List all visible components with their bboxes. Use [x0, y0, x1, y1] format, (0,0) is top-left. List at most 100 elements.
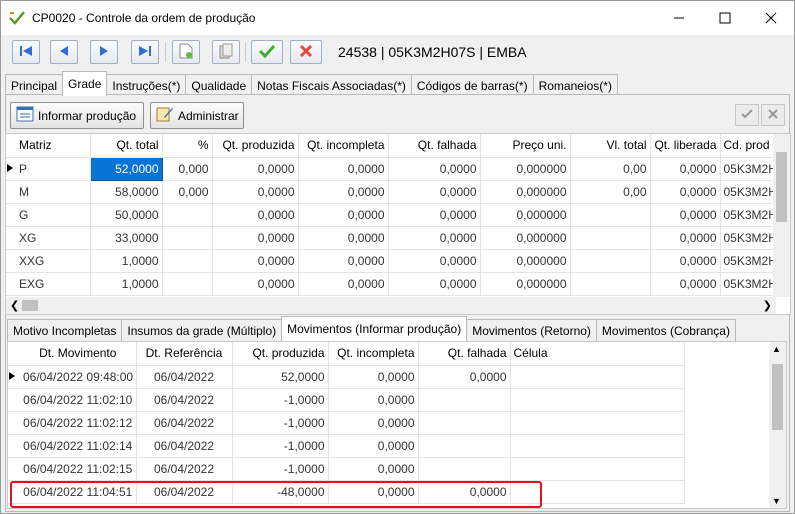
cell-matriz[interactable]: M — [16, 180, 91, 204]
cell-qt-incompleta[interactable]: 0,0000 — [328, 388, 419, 412]
col-mov-qt-falhada[interactable]: Qt. falhada — [418, 342, 511, 366]
col-qt-incompleta[interactable]: Qt. incompleta — [298, 134, 389, 158]
scroll-left-icon[interactable]: ❮ — [10, 299, 19, 312]
grade-hscroll-thumb[interactable] — [22, 300, 38, 311]
cell-qt-incompleta[interactable]: 0,0000 — [298, 249, 389, 273]
cell-matriz[interactable]: XG — [16, 226, 91, 250]
col-cd-prod[interactable]: Cd. prod — [720, 134, 777, 158]
informar-producao-button[interactable]: Informar produção — [10, 102, 144, 129]
cell-qt-liberada[interactable]: 0,0000 — [650, 272, 721, 296]
cell-vl-total[interactable] — [570, 249, 651, 273]
cell-dt-referencia[interactable]: 06/04/2022 — [136, 411, 233, 435]
col-mov-qt-incompleta[interactable]: Qt. incompleta — [328, 342, 419, 366]
movimento-row[interactable]: 06/04/2022 11:02:14 06/04/2022 -1,0000 0,00… — [8, 434, 685, 458]
tab-movimentos-retorno[interactable]: Movimentos (Retorno) — [466, 319, 597, 341]
cell-qt-incompleta[interactable]: 0,0000 — [298, 272, 389, 296]
cell-qt-incompleta[interactable]: 0,0000 — [298, 226, 389, 250]
cell-vl-total[interactable] — [570, 203, 651, 227]
tab-instrucoes[interactable]: Instruções(*) — [106, 74, 187, 96]
grade-row[interactable]: EXG 1,0000 0,0000 0,0000 0,0000 0,000000 0,000… — [6, 272, 777, 296]
col-qt-liberada[interactable]: Qt. liberada — [650, 134, 721, 158]
next-record-button[interactable] — [90, 40, 118, 64]
cell-dt-referencia[interactable]: 06/04/2022 — [136, 457, 233, 481]
administrar-button[interactable]: Administrar — [150, 102, 244, 129]
confirm-button[interactable] — [251, 40, 283, 64]
cell-qt-total[interactable]: 52,0000 — [89, 156, 163, 181]
cell-qt-incompleta[interactable]: 0,0000 — [328, 434, 419, 458]
col-mov-qt-produzida[interactable]: Qt. produzida — [232, 342, 329, 366]
cell-qt-incompleta[interactable]: 0,0000 — [328, 365, 419, 389]
cell-qt-incompleta[interactable]: 0,0000 — [298, 180, 389, 204]
cell-qt-total[interactable]: 33,0000 — [90, 226, 163, 250]
last-record-button[interactable] — [131, 40, 159, 64]
cell-qt-produzida[interactable]: 52,0000 — [232, 365, 329, 389]
cell-qt-falhada[interactable]: 0,0000 — [388, 157, 481, 181]
cell-matriz[interactable]: G — [16, 203, 91, 227]
cell-qt-falhada[interactable]: 0,0000 — [418, 365, 511, 389]
cell-preco-uni[interactable]: 0,000000 — [480, 203, 571, 227]
cell-qt-liberada[interactable]: 0,0000 — [650, 157, 721, 181]
movimento-row[interactable]: 06/04/2022 11:02:10 06/04/2022 -1,0000 0,00… — [8, 388, 685, 412]
first-record-button[interactable] — [12, 40, 40, 64]
cell-qt-liberada[interactable]: 0,0000 — [650, 226, 721, 250]
cell-percent[interactable]: 0,000 — [162, 180, 213, 204]
tab-codigos-de-barras[interactable]: Códigos de barras(*) — [410, 74, 534, 96]
cell-qt-falhada[interactable]: 0,0000 — [388, 249, 481, 273]
cell-cd-prod[interactable]: 05K3M2H — [720, 272, 777, 296]
cell-cd-prod[interactable]: 05K3M2H — [720, 226, 777, 250]
grid-cancel-button[interactable] — [761, 104, 785, 126]
cell-qt-produzida[interactable]: 0,0000 — [212, 249, 299, 273]
cell-preco-uni[interactable]: 0,000000 — [480, 272, 571, 296]
tab-romaneios[interactable]: Romaneios(*) — [532, 74, 618, 96]
grade-vscroll-thumb[interactable] — [776, 152, 787, 222]
cell-percent[interactable] — [162, 226, 213, 250]
grade-vertical-scrollbar[interactable] — [773, 134, 790, 297]
cell-dt-movimento[interactable]: 06/04/2022 11:02:10 — [20, 388, 137, 412]
scroll-up-icon[interactable]: ▲ — [772, 344, 781, 354]
cell-qt-total[interactable]: 58,0000 — [90, 180, 163, 204]
col-vl-total[interactable]: Vl. total — [570, 134, 651, 158]
cell-celula[interactable] — [510, 457, 685, 481]
cell-qt-produzida[interactable]: -1,0000 — [232, 411, 329, 435]
cell-qt-falhada[interactable]: 0,0000 — [388, 180, 481, 204]
cell-dt-movimento[interactable]: 06/04/2022 11:02:12 — [20, 411, 137, 435]
tab-principal[interactable]: Principal — [5, 74, 64, 96]
cell-matriz[interactable]: XXG — [16, 249, 91, 273]
tab-movimentos-informar-producao[interactable]: Movimentos (Informar produção) — [281, 316, 468, 341]
previous-record-button[interactable] — [50, 40, 78, 64]
cell-vl-total[interactable] — [570, 272, 651, 296]
col-qt-falhada[interactable]: Qt. falhada — [388, 134, 481, 158]
cell-qt-liberada[interactable]: 0,0000 — [650, 180, 721, 204]
cell-cd-prod[interactable]: 05K3M2H — [720, 249, 777, 273]
cell-qt-liberada[interactable]: 0,0000 — [650, 249, 721, 273]
cell-qt-incompleta[interactable]: 0,0000 — [298, 203, 389, 227]
cell-dt-referencia[interactable]: 06/04/2022 — [136, 388, 233, 412]
tab-grade[interactable]: Grade — [62, 71, 108, 96]
cell-qt-produzida[interactable]: 0,0000 — [212, 203, 299, 227]
cell-celula[interactable] — [510, 411, 685, 435]
movimento-row[interactable]: 06/04/2022 09:48:00 06/04/2022 52,0000 0,00… — [8, 365, 685, 389]
cell-qt-produzida[interactable]: 0,0000 — [212, 226, 299, 250]
scroll-right-icon[interactable]: ❯ — [763, 299, 772, 312]
tab-insumos-da-grade[interactable]: Insumos da grade (Múltiplo) — [121, 319, 283, 341]
grade-row[interactable]: G 50,0000 0,0000 0,0000 0,0000 0,000000 0,0000… — [6, 203, 777, 227]
col-dt-movimento[interactable]: Dt. Movimento — [20, 342, 137, 366]
cell-qt-falhada[interactable]: 0,0000 — [388, 226, 481, 250]
cell-preco-uni[interactable]: 0,000000 — [480, 226, 571, 250]
tab-motivo-incompletas[interactable]: Motivo Incompletas — [7, 319, 123, 341]
minimize-button[interactable] — [656, 1, 702, 35]
cell-qt-incompleta[interactable]: 0,0000 — [298, 157, 389, 181]
cell-qt-produzida[interactable]: -1,0000 — [232, 434, 329, 458]
col-qt-total[interactable]: Qt. total — [90, 134, 163, 158]
close-window-button[interactable] — [748, 1, 794, 35]
cell-matriz[interactable]: EXG — [16, 272, 91, 296]
cell-qt-total[interactable]: 1,0000 — [90, 249, 163, 273]
cell-percent[interactable]: 0,000 — [162, 157, 213, 181]
col-matriz[interactable]: Matriz — [16, 134, 91, 158]
col-qt-produzida[interactable]: Qt. produzida — [212, 134, 299, 158]
cell-dt-movimento[interactable]: 06/04/2022 11:02:14 — [20, 434, 137, 458]
grade-row[interactable]: XXG 1,0000 0,0000 0,0000 0,0000 0,000000 0,000… — [6, 249, 777, 273]
tab-movimentos-cobranca[interactable]: Movimentos (Cobrança) — [595, 319, 736, 341]
maximize-button[interactable] — [702, 1, 748, 35]
cell-qt-produzida[interactable]: 0,0000 — [212, 272, 299, 296]
